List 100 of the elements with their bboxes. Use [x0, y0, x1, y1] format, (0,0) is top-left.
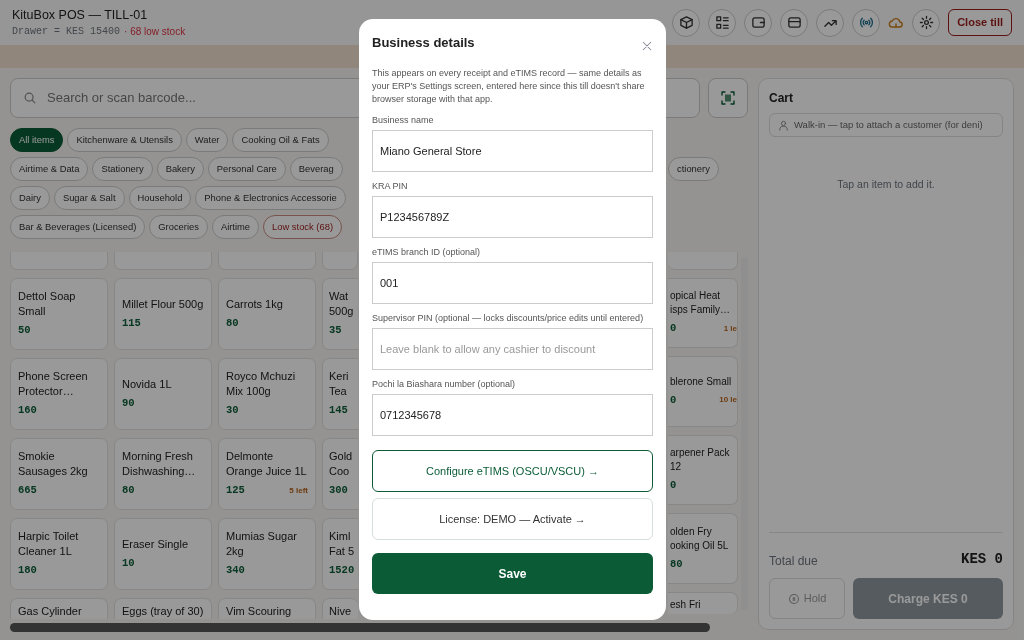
- list-icon: [714, 15, 730, 30]
- product-card[interactable]: Mumias Sugar 2kg 340: [218, 518, 316, 590]
- signal-icon: [858, 15, 874, 30]
- product-price: 115: [122, 315, 141, 331]
- total-label: Total due: [769, 553, 818, 570]
- category-chip[interactable]: Bar & Beverages (Licensed): [10, 215, 146, 239]
- input-field[interactable]: Leave blank to allow any cashier to discount: [372, 328, 653, 370]
- category-chip[interactable]: Airtime & Data: [10, 157, 89, 181]
- product-price: 35: [329, 323, 342, 339]
- product-card[interactable]: esh Fri: [668, 592, 738, 614]
- pause-icon: [787, 592, 800, 605]
- product-name: Carrots 1kg: [226, 296, 284, 312]
- horizontal-scrollbar[interactable]: [10, 623, 710, 632]
- product-price: 160: [18, 403, 37, 419]
- category-chip[interactable]: Bakery: [156, 157, 204, 181]
- stock-note: 1 le: [723, 322, 737, 335]
- input-field[interactable]: 0712345678: [372, 394, 653, 436]
- card-icon: [786, 15, 802, 30]
- field-label: Pochi la Biashara number (optional): [372, 378, 517, 391]
- product-price: 80: [670, 556, 683, 572]
- app-title: KituBox POS — TILL-01: [12, 6, 149, 24]
- settings-icon: [918, 15, 934, 30]
- product-card[interactable]: Novida 1L 90: [114, 358, 212, 430]
- scan-button[interactable]: [708, 78, 748, 118]
- settings-button[interactable]: [912, 8, 941, 37]
- category-chip[interactable]: Sugar & Salt: [53, 186, 125, 210]
- person-icon: [778, 119, 789, 131]
- product-price: 125: [226, 483, 245, 499]
- drawer-amount: Drawer = KES 15400: [12, 25, 121, 40]
- product-price: 0: [670, 321, 677, 336]
- product-card[interactable]: Smokie Sausages 2kg 665: [10, 438, 108, 510]
- category-chip[interactable]: ctionery: [668, 157, 719, 181]
- category-chip[interactable]: Airtime: [211, 215, 260, 239]
- product-price: 145: [329, 403, 348, 419]
- product-card[interactable]: opical Heat isps Family… 0 1 le: [668, 277, 738, 349]
- product-card[interactable]: Gas Cylinder: [10, 598, 108, 620]
- save-button[interactable]: Save: [372, 553, 653, 594]
- product-card[interactable]: arpener Pack 12 0: [668, 434, 738, 506]
- product-price: 340: [226, 563, 245, 579]
- product-card[interactable]: Phone Screen Protector… 160: [10, 358, 108, 430]
- product-name: arpener Pack 12: [670, 446, 731, 475]
- category-chip[interactable]: Household: [128, 186, 192, 210]
- product-price: 10: [122, 555, 135, 571]
- product-card[interactable]: Eraser Single 10: [114, 518, 212, 590]
- product-card[interactable]: Morning Fresh Dishwashing… 80: [114, 438, 212, 510]
- card-button[interactable]: [780, 8, 809, 37]
- product-card[interactable]: olden Fry ooking Oil 5L 80: [668, 513, 738, 584]
- field-label: Supervisor PIN (optional — locks discounts/price edits until entered): [372, 312, 645, 325]
- settings-link-button[interactable]: License: DEMO — Activate →: [372, 498, 653, 540]
- product-price: 80: [122, 483, 135, 499]
- product-card[interactable]: Eggs (tray of 30): [114, 598, 212, 620]
- settings-link-button[interactable]: Configure eTIMS (OSCU/VSCU) →: [372, 450, 653, 492]
- product-name: olden Fry ooking Oil 5L: [670, 524, 730, 553]
- signal-button[interactable]: [852, 8, 881, 37]
- category-chip[interactable]: Kitchenware & Utensils: [67, 128, 182, 152]
- product-card[interactable]: Royco Mchuzi Mix 100g 30: [218, 358, 316, 430]
- stock-note: 10 le: [719, 394, 737, 407]
- category-chip[interactable]: Phone & Electronics Accessorie: [195, 186, 346, 210]
- input-field[interactable]: P123456789Z: [372, 196, 653, 238]
- product-name: Royco Mchuzi Mix 100g: [226, 369, 297, 400]
- product-card[interactable]: Harpic Toilet Cleaner 1L 180: [10, 518, 108, 590]
- category-chip[interactable]: Beverag: [289, 157, 343, 181]
- product-price: 665: [18, 483, 37, 499]
- product-price: 180: [18, 563, 37, 579]
- input-field[interactable]: 001: [372, 262, 653, 304]
- input-field[interactable]: Miano General Store: [372, 130, 653, 172]
- product-card[interactable]: Millet Flour 500g 115: [114, 278, 212, 350]
- product-price: 90: [122, 395, 135, 411]
- product-card[interactable]: Kiml Fat 5 1520: [322, 518, 358, 590]
- product-card[interactable]: Keri Tea 145: [322, 358, 358, 430]
- close-till-button[interactable]: Close till: [948, 9, 1012, 36]
- product-name: Nive: [329, 604, 352, 619]
- product-name: Kiml Fat 5: [329, 529, 355, 560]
- search-icon: [23, 91, 37, 105]
- category-chip[interactable]: Stationery: [92, 157, 153, 181]
- stock-note: 5 left: [289, 485, 308, 497]
- product-card[interactable]: Wat 500g 35: [322, 278, 358, 350]
- category-chip[interactable]: Groceries: [149, 215, 208, 239]
- category-chip[interactable]: Cooking Oil & Fats: [232, 128, 329, 152]
- product-name: Eraser Single: [122, 536, 190, 552]
- product-name: blerone Small: [670, 374, 733, 389]
- close-icon: [641, 39, 653, 52]
- category-chip[interactable]: Personal Care: [207, 157, 286, 181]
- wallet-button[interactable]: [744, 8, 773, 37]
- customer-button[interactable]: Walk-in — tap to attach a customer (for deni): [769, 113, 1003, 138]
- product-card[interactable]: Vim Scouring: [218, 598, 316, 620]
- category-chip[interactable]: Water: [185, 128, 229, 152]
- product-card[interactable]: Gold Coo 300: [322, 438, 358, 510]
- product-name: Gas Cylinder: [18, 604, 83, 619]
- trend-button[interactable]: [816, 8, 845, 37]
- product-card[interactable]: blerone Small 0 10 le: [668, 356, 738, 427]
- empty-cart-message: Tap an item to add it.: [836, 177, 936, 193]
- product-card[interactable]: Delmonte Orange Juice 1L 125 5 left: [218, 438, 316, 510]
- product-card[interactable]: Carrots 1kg 80: [218, 278, 316, 350]
- category-chip[interactable]: All items: [10, 128, 64, 152]
- category-chip[interactable]: Dairy: [10, 186, 50, 210]
- list-button[interactable]: [708, 8, 737, 37]
- category-chip[interactable]: Low stock (68): [263, 215, 343, 239]
- product-card[interactable]: Dettol Soap Small 50: [10, 278, 108, 350]
- product-card[interactable]: Nive: [322, 598, 358, 620]
